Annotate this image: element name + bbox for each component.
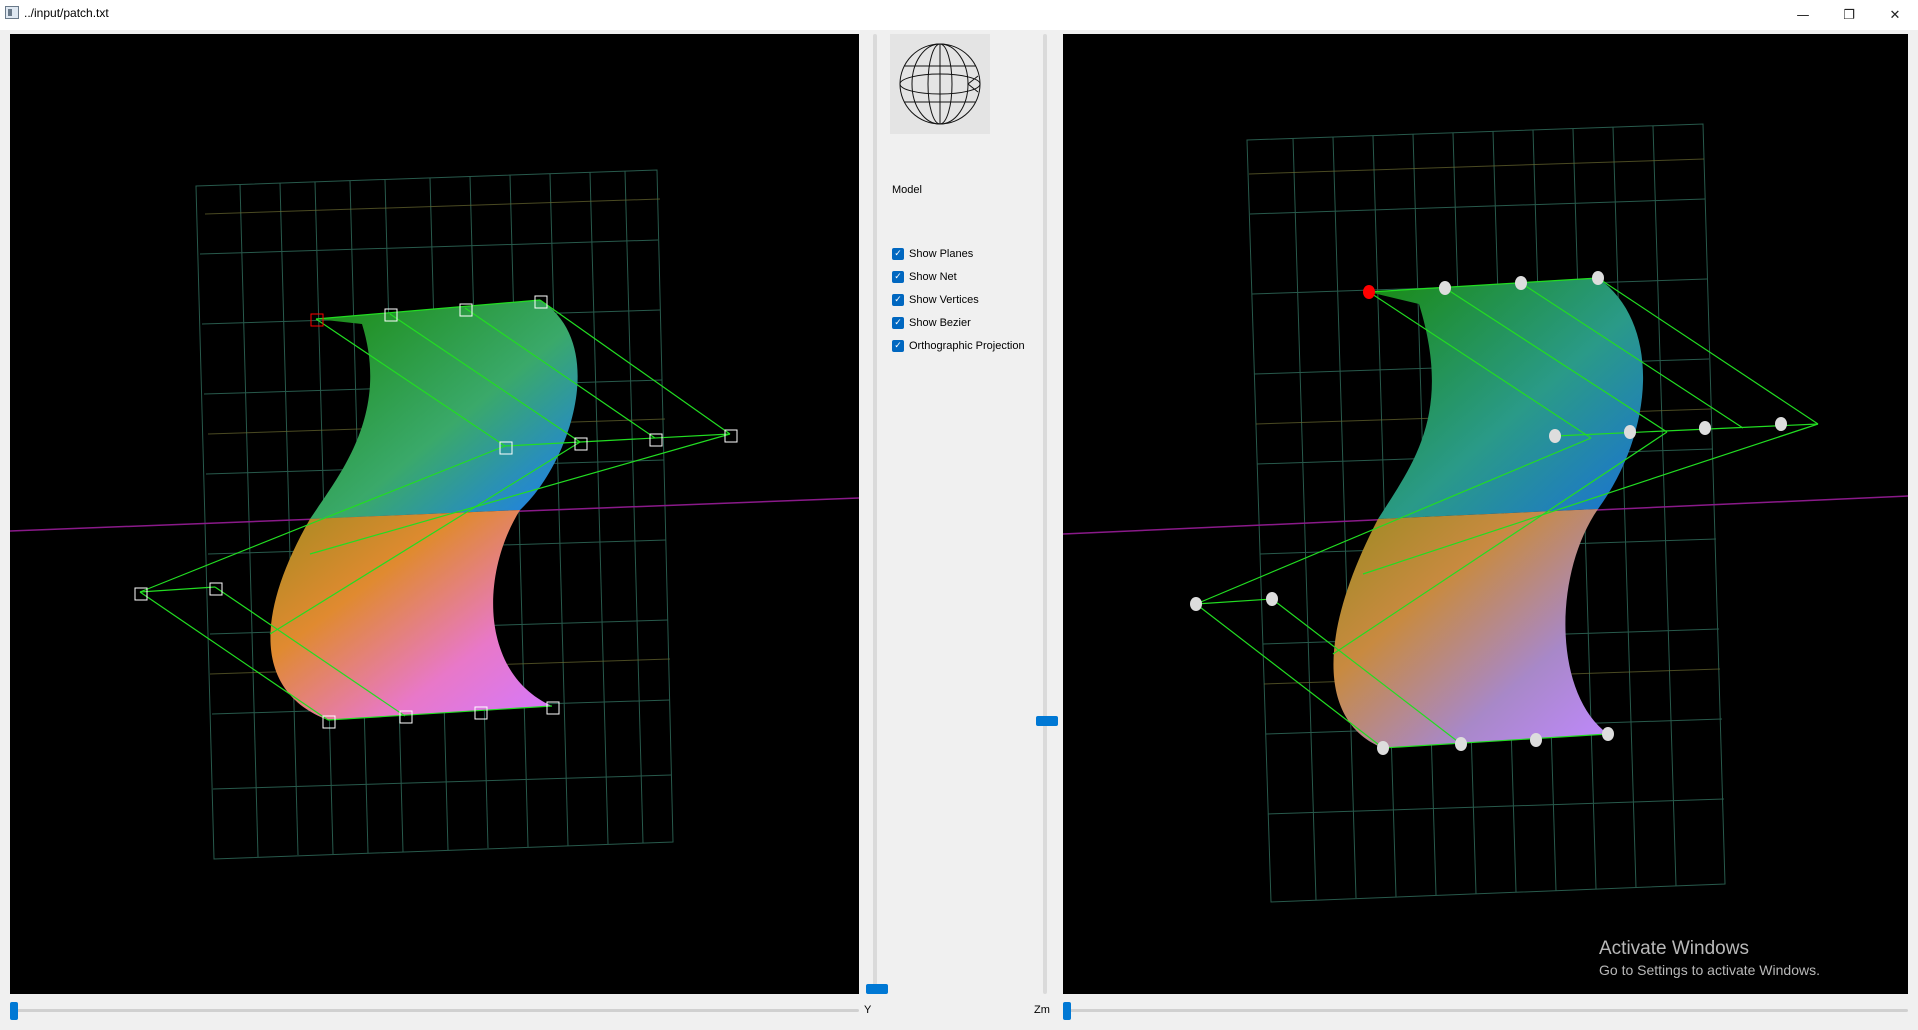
zoom-slider-thumb[interactable]	[1036, 716, 1058, 726]
check-icon: ✓	[894, 341, 902, 351]
checkbox-label: Show Planes	[909, 248, 974, 260]
check-icon: ✓	[894, 318, 902, 328]
checkbox-label: Show Net	[909, 271, 957, 283]
check-icon: ✓	[894, 295, 902, 305]
orthographic-projection-checkbox[interactable]: ✓ Orthographic Projection	[892, 338, 1025, 354]
left-horizontal-slider[interactable]	[10, 1002, 859, 1020]
watermark-title: Activate Windows	[1599, 938, 1749, 959]
slider-thumb[interactable]	[1063, 1002, 1071, 1020]
checkbox-box[interactable]: ✓	[892, 317, 904, 329]
close-icon: ✕	[1889, 7, 1901, 23]
y-slider-thumb[interactable]	[866, 984, 888, 994]
show-net-checkbox[interactable]: ✓ Show Net	[892, 269, 957, 285]
minimize-icon: —	[1796, 7, 1810, 23]
minimize-button[interactable]: —	[1780, 0, 1826, 30]
show-vertices-checkbox[interactable]: ✓ Show Vertices	[892, 292, 979, 308]
window-title: ../input/patch.txt	[24, 6, 109, 20]
right-viewport[interactable]	[1063, 34, 1908, 994]
right-horizontal-slider[interactable]	[1063, 1002, 1908, 1020]
activation-watermark: Activate Windows Go to Settings to activ…	[1599, 938, 1820, 978]
check-icon: ✓	[894, 249, 902, 259]
app-icon	[5, 6, 19, 19]
selected-vertex	[1363, 285, 1375, 299]
slider-track	[1063, 1009, 1908, 1012]
close-button[interactable]: ✕	[1872, 0, 1918, 30]
checkbox-box[interactable]: ✓	[892, 340, 904, 352]
checkbox-box[interactable]: ✓	[892, 271, 904, 283]
slider-track	[10, 1009, 859, 1012]
watermark-subtitle: Go to Settings to activate Windows.	[1599, 962, 1820, 978]
restore-button[interactable]: ❐	[1826, 0, 1872, 30]
checkbox-box[interactable]: ✓	[892, 294, 904, 306]
title-bar: ../input/patch.txt — ❐ ✕	[0, 0, 1918, 30]
restore-icon: ❐	[1843, 7, 1855, 23]
checkbox-label: Orthographic Projection	[909, 340, 1025, 352]
checkbox-box[interactable]: ✓	[892, 248, 904, 260]
bezier-surface-bottom	[270, 510, 552, 720]
left-viewport[interactable]	[10, 34, 859, 994]
checkbox-label: Show Bezier	[909, 317, 971, 329]
y-slider-label: Y	[864, 1004, 872, 1016]
y-slider[interactable]	[873, 34, 877, 994]
show-bezier-checkbox[interactable]: ✓ Show Bezier	[892, 315, 971, 331]
slider-thumb[interactable]	[10, 1002, 18, 1020]
show-planes-checkbox[interactable]: ✓ Show Planes	[892, 246, 973, 262]
control-panel: Model ✓ Show Planes ✓ Show Net ✓ Show Ve…	[866, 34, 1058, 994]
bezier-surface-top	[1369, 278, 1644, 519]
zm-slider-label: Zm	[1034, 1004, 1050, 1016]
sphere-icon	[899, 43, 981, 125]
model-label: Model	[892, 184, 922, 196]
bezier-surface-top	[310, 300, 578, 519]
bezier-surface-bottom	[1333, 509, 1608, 748]
check-icon: ✓	[894, 272, 902, 282]
orientation-sphere[interactable]	[890, 34, 990, 134]
zoom-slider[interactable]	[1043, 34, 1047, 994]
checkbox-label: Show Vertices	[909, 294, 979, 306]
